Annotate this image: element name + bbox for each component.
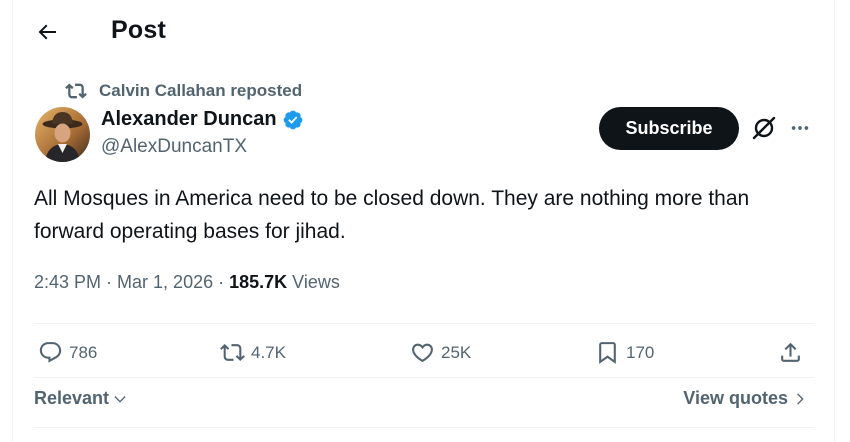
repost-icon bbox=[65, 83, 87, 99]
bookmark-count: 170 bbox=[626, 342, 655, 362]
arrow-left-icon bbox=[38, 24, 56, 40]
view-quotes-label: View quotes bbox=[683, 388, 788, 408]
reply-icon bbox=[39, 342, 62, 363]
like-count: 25K bbox=[441, 342, 472, 362]
action-bar: 786 4.7K 25K 170 bbox=[34, 336, 814, 376]
sort-label: Relevant bbox=[34, 388, 110, 408]
back-button[interactable] bbox=[27, 14, 67, 50]
post-body-text: All Mosques in America need to be closed… bbox=[34, 187, 750, 243]
repost-count: 4.7K bbox=[251, 342, 286, 362]
repost-icon bbox=[220, 344, 245, 361]
post-date[interactable]: Mar 1, 2026 bbox=[117, 272, 213, 293]
grok-icon bbox=[752, 116, 776, 140]
page-header: Post bbox=[13, 0, 834, 64]
share-icon bbox=[781, 342, 800, 362]
post-metadata: 2:43 PM · Mar 1, 2026 · 185.7K Views bbox=[34, 272, 340, 293]
subscribe-button[interactable]: Subscribe bbox=[599, 107, 739, 150]
like-button[interactable]: 25K bbox=[410, 340, 471, 365]
more-icon bbox=[791, 126, 809, 130]
repost-text[interactable]: Calvin Callahan reposted bbox=[99, 81, 302, 101]
reply-count: 786 bbox=[69, 342, 98, 362]
meta-separator-2: · bbox=[218, 272, 225, 292]
bookmark-button[interactable]: 170 bbox=[595, 340, 654, 365]
author-handle[interactable]: @AlexDuncanTX bbox=[101, 136, 304, 158]
author-info: Alexander Duncan @AlexDuncanTX bbox=[101, 108, 304, 158]
share-button[interactable] bbox=[778, 340, 803, 365]
avatar[interactable] bbox=[35, 107, 90, 162]
grok-button[interactable] bbox=[749, 113, 779, 143]
heart-icon bbox=[412, 343, 433, 363]
author-display-name[interactable]: Alexander Duncan bbox=[101, 108, 277, 131]
view-quotes-link[interactable]: View quotes bbox=[683, 388, 808, 409]
views-count: 185.7K bbox=[229, 272, 288, 292]
verified-badge-icon[interactable] bbox=[282, 109, 304, 131]
divider-3 bbox=[34, 427, 814, 428]
sort-replies-dropdown[interactable]: Relevant bbox=[34, 388, 128, 409]
post-time[interactable]: 2:43 PM bbox=[34, 272, 101, 293]
more-options-button[interactable] bbox=[785, 113, 815, 143]
divider-2 bbox=[34, 377, 814, 378]
page-title: Post bbox=[111, 16, 166, 44]
divider bbox=[34, 323, 814, 324]
meta-separator: · bbox=[106, 272, 113, 292]
chevron-right-icon bbox=[797, 392, 804, 405]
repost-indicator: Calvin Callahan reposted bbox=[65, 80, 302, 102]
chevron-down-icon bbox=[114, 395, 126, 403]
repost-button[interactable]: 4.7K bbox=[220, 340, 286, 365]
views-label: Views bbox=[292, 272, 340, 292]
post-detail-column: Post Calvin Callahan reposted Alexander … bbox=[12, 0, 835, 442]
bookmark-icon bbox=[599, 342, 616, 364]
reply-button[interactable]: 786 bbox=[38, 340, 97, 365]
